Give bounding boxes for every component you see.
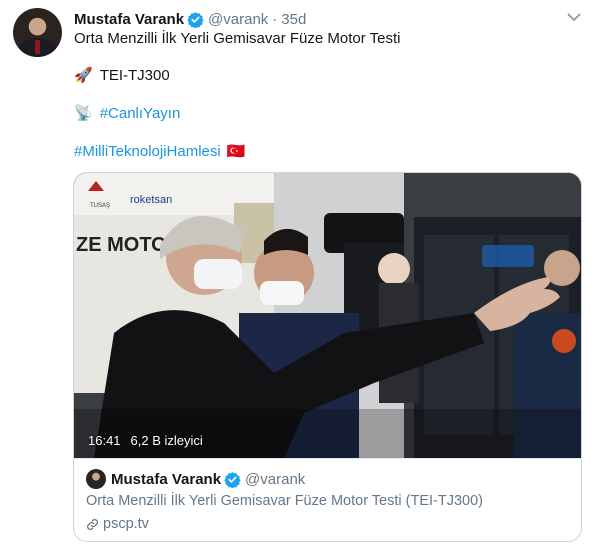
author-avatar[interactable] [13, 8, 62, 57]
tweet-text-line3: 📡 #CanlıYayın [74, 104, 180, 124]
turkey-flag-icon: 🇹🇷 [226, 143, 246, 160]
card-domain: pscp.tv [86, 516, 149, 532]
hashtag-canli-yayin[interactable]: #CanlıYayın [100, 104, 181, 124]
card-header: Mustafa Varank @varank [86, 469, 305, 489]
card-description: Orta Menzilli İlk Yerli Gemisavar Füze M… [86, 493, 483, 509]
author-handle[interactable]: @varank [208, 11, 268, 28]
video-player[interactable]: TUSAŞ roketsan ZE MOTOR 16:41 6,2 B izle… [73, 172, 582, 458]
hashtag-milli-teknoloji[interactable]: #MilliTeknolojiHamlesi [74, 142, 221, 162]
tweet-text-line4: #MilliTeknolojiHamlesi 🇹🇷 [74, 142, 252, 162]
video-info: 16:41 6,2 B izleyici [88, 433, 203, 448]
author-name[interactable]: Mustafa Varank [74, 11, 184, 28]
card-avatar [86, 469, 106, 489]
verified-badge-icon [224, 471, 241, 488]
tweet-header: Mustafa Varank @varank · 35d [74, 9, 306, 29]
satellite-antenna-icon: 📡 [74, 105, 93, 122]
chevron-down-icon[interactable] [567, 13, 581, 22]
tusas-logo-text: TUSAŞ [90, 203, 110, 209]
separator-dot: · [272, 10, 278, 28]
tweet-text-line2: 🚀 TEI-TJ300 [74, 66, 170, 86]
card-domain-text: pscp.tv [103, 516, 149, 532]
tweet-time[interactable]: 35d [281, 11, 306, 28]
roketsan-logo-text: roketsan [130, 194, 172, 206]
verified-badge-icon [187, 11, 204, 28]
tweet-text-line1: Orta Menzilli İlk Yerli Gemisavar Füze M… [74, 29, 401, 49]
video-frame: TUSAŞ roketsan ZE MOTOR [74, 173, 581, 458]
card-author-handle: @varank [245, 470, 306, 488]
video-duration: 16:41 [88, 433, 121, 448]
engine-model-text: TEI-TJ300 [99, 67, 170, 84]
link-icon [87, 518, 98, 530]
rocket-icon: 🚀 [74, 67, 93, 84]
link-card[interactable]: Mustafa Varank @varank Orta Menzilli İlk… [73, 458, 582, 542]
tweet-text: Orta Menzilli İlk Yerli Gemisavar Füze M… [74, 30, 401, 47]
video-views: 6,2 B izleyici [130, 433, 203, 448]
avatar-tie [35, 40, 40, 54]
card-author-name: Mustafa Varank [111, 470, 222, 488]
